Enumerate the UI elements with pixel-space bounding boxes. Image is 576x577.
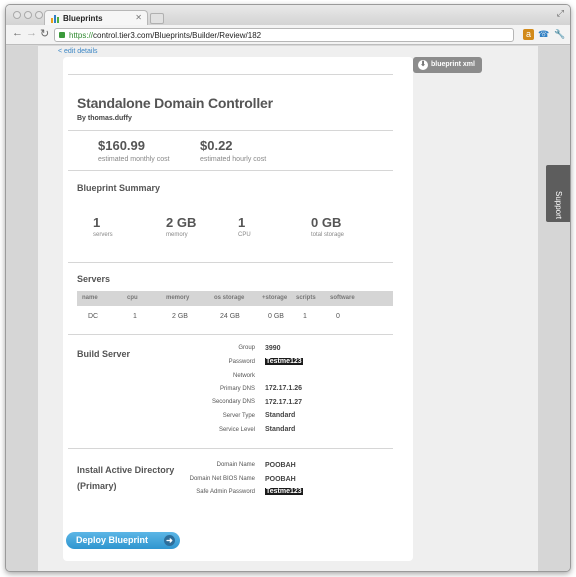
reload-icon[interactable]: ↻ — [40, 27, 49, 40]
field-label: Domain Name — [216, 462, 255, 468]
field-label: Safe Admin Password — [196, 489, 255, 495]
field-label: Group — [238, 345, 255, 351]
deploy-blueprint-label: Deploy Blueprint — [76, 535, 149, 545]
wrench-icon[interactable]: 🔧 — [554, 29, 565, 40]
tab-title: Blueprints — [63, 14, 103, 23]
page-title: Standalone Domain Controller — [77, 95, 273, 111]
field-label: Network — [232, 373, 255, 379]
blueprint-xml-button[interactable]: ⬇ blueprint xml — [413, 57, 482, 73]
forward-arrow-icon[interactable]: → — [26, 27, 37, 39]
masked-password-value: Testme123 — [265, 488, 303, 495]
summary-memory-label: memory — [166, 232, 188, 238]
field-value: 172.17.1.27 — [265, 399, 302, 406]
zoom-window-button[interactable] — [35, 11, 43, 19]
amazon-extension-icon[interactable]: a — [523, 29, 534, 40]
field-label: Password — [228, 359, 255, 365]
minimize-window-button[interactable] — [24, 11, 32, 19]
table-cell: 1 — [303, 313, 307, 320]
table-cell: 24 GB — [220, 313, 240, 320]
hourly-cost-label: estimated hourly cost — [200, 156, 267, 163]
field-label: Service Level — [218, 427, 255, 433]
summary-servers-value: 1 — [93, 215, 101, 230]
tab-close-icon[interactable]: ✕ — [135, 13, 142, 22]
field-label: Primary DNS — [219, 386, 255, 392]
field-value: Standard — [265, 426, 296, 433]
summary-cpu-label: CPU — [238, 232, 251, 238]
column-header: scripts — [296, 295, 316, 301]
url-path: control.tier3.com/Blueprints/Builder/Rev… — [93, 31, 262, 40]
field-value: POOBAH — [265, 462, 296, 469]
column-header: cpu — [127, 295, 138, 301]
summary-storage-value: 0 GB — [311, 215, 342, 230]
summary-storage-label: total storage — [311, 232, 345, 238]
divider — [68, 262, 393, 263]
summary-cpu-value: 1 — [238, 215, 246, 230]
divider — [68, 130, 393, 131]
summary-servers-label: servers — [93, 232, 113, 238]
blueprint-summary-heading: Blueprint Summary — [77, 183, 161, 193]
browser-toolbar: ← → ↻ https://control.tier3.com/Blueprin… — [6, 25, 570, 45]
field-label: Server Type — [222, 413, 255, 419]
arrow-right-icon: ➜ — [164, 535, 175, 546]
table-cell: 2 GB — [172, 313, 188, 320]
support-label: Support — [554, 190, 563, 220]
field-value: 3990 — [265, 345, 281, 352]
divider — [68, 170, 393, 171]
table-cell: 1 — [133, 313, 137, 320]
build-server-heading: Build Server — [77, 349, 131, 359]
column-header: +storage — [262, 295, 288, 301]
field-label: Secondary DNS — [211, 399, 255, 405]
download-icon: ⬇ — [418, 60, 428, 70]
masked-password-value: Testme123 — [265, 358, 303, 365]
title-bar: Blueprints ✕ ⤢ — [6, 5, 570, 26]
fullscreen-icon[interactable]: ⤢ — [557, 8, 564, 19]
monthly-cost-value: $160.99 — [98, 138, 145, 153]
address-bar[interactable]: https://control.tier3.com/Blueprints/Bui… — [54, 28, 514, 42]
hourly-cost-value: $0.22 — [200, 138, 233, 153]
field-value: Standard — [265, 412, 296, 419]
summary-memory-value: 2 GB — [166, 215, 197, 230]
servers-table-header: name cpu memory os storage +storage scri… — [77, 291, 393, 306]
blueprint-review-card: Standalone Domain Controller By thomas.d… — [63, 57, 413, 561]
deploy-blueprint-button[interactable]: Deploy Blueprint ➜ — [66, 532, 180, 549]
table-cell: DC — [88, 313, 99, 320]
new-tab-button[interactable] — [150, 13, 164, 24]
divider — [68, 448, 393, 449]
support-tab[interactable]: Support — [546, 165, 570, 222]
column-header: name — [82, 295, 98, 301]
divider — [68, 334, 393, 335]
field-value: 172.17.1.26 — [265, 385, 302, 392]
author-byline: By thomas.duffy — [77, 115, 132, 122]
blueprint-xml-label: blueprint xml — [431, 61, 475, 68]
edit-details-link[interactable]: < edit details — [58, 48, 98, 55]
phone-extension-icon[interactable]: ☎ — [538, 29, 549, 40]
back-arrow-icon[interactable]: ← — [12, 27, 23, 39]
browser-window: Blueprints ✕ ⤢ ← → ↻ https://control.tie… — [5, 4, 571, 572]
table-cell: 0 — [336, 313, 340, 320]
bar-chart-favicon-icon — [51, 15, 60, 23]
lock-icon — [59, 32, 65, 38]
page-viewport: < edit details ⬇ blueprint xml Support S… — [6, 46, 570, 571]
column-header: memory — [166, 295, 190, 301]
field-label: Domain Net BIOS Name — [189, 476, 255, 482]
column-header: os storage — [214, 295, 245, 301]
column-header: software — [330, 295, 355, 301]
table-cell: 0 GB — [268, 313, 284, 320]
servers-heading: Servers — [77, 274, 111, 284]
url-scheme: https:// — [69, 31, 94, 40]
browser-tab[interactable]: Blueprints ✕ — [44, 10, 148, 26]
field-value: POOBAH — [265, 476, 296, 483]
close-window-button[interactable] — [13, 11, 21, 19]
divider — [68, 74, 393, 75]
monthly-cost-label: estimated monthly cost — [98, 156, 170, 163]
